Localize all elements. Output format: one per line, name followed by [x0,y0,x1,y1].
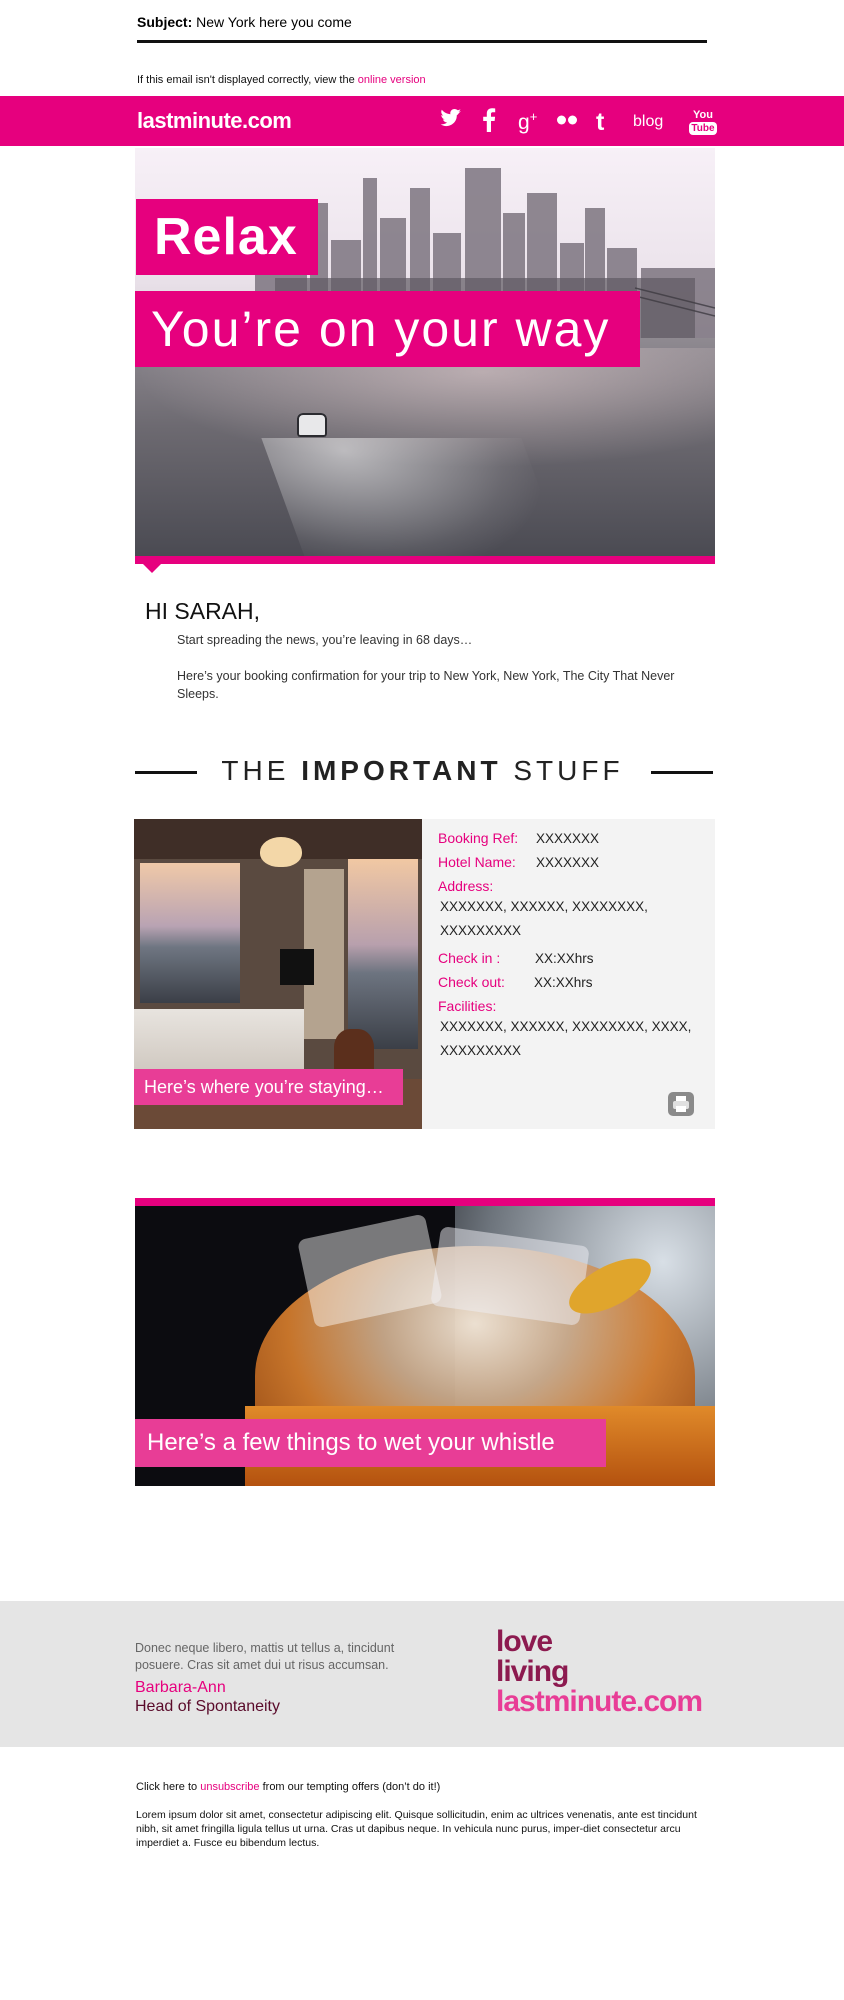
blog-link[interactable]: blog [633,113,663,131]
tagline-love: love [496,1625,553,1658]
section-heading: THE IMPORTANT STUFF [200,755,645,787]
brand-logo[interactable]: lastminute.com [137,108,292,134]
preheader: If this email isn't displayed correctly,… [137,74,426,86]
facebook-icon[interactable] [482,108,496,132]
boat-wake [261,438,569,558]
hero-headline-on-your-way: You’re on your way [135,291,640,367]
hero-headline-relax: Relax [136,199,318,275]
facilities-label: Facilities: [438,998,497,1014]
youtube-icon-bottom: Tube [689,122,717,135]
twitter-icon[interactable] [440,108,462,128]
print-icon[interactable] [668,1092,694,1116]
section-heading-bold: IMPORTANT [301,755,502,786]
address-label: Address: [438,878,494,894]
section-heading-post: STUFF [513,755,624,786]
unsubscribe-link[interactable]: unsubscribe [200,1781,259,1793]
subject-divider [137,40,707,43]
preheader-text: If this email isn't displayed correctly,… [137,74,355,86]
legal-text: Lorem ipsum dolor sit amet, consectetur … [136,1809,697,1849]
hero-pointer-arrow [142,563,162,573]
signature-name: Barbara-Ann [135,1679,226,1696]
flickr-icon[interactable] [556,110,578,130]
checkin-label: Check in : [438,950,501,966]
subject-label: Subject: [137,14,193,30]
address-line-2: XXXXXXXXX [440,923,522,938]
hero-bottom-bar [135,556,715,564]
unsubscribe-pre: Click here to [136,1781,198,1793]
online-version-link[interactable]: online version [358,74,426,86]
room-window-left [140,863,240,1003]
tumblr-icon[interactable]: t [596,108,604,137]
booking-ref-label: Booking Ref: [438,830,519,846]
footer-quote: Donec neque libero, mattis ut tellus a, … [135,1641,395,1672]
youtube-icon[interactable]: You Tube [689,109,717,139]
unsubscribe-post: from our tempting offers (don’t do it!) [262,1781,441,1793]
room-window-right [348,859,418,1049]
greeting-line-1: Start spreading the news, you’re leaving… [177,633,473,647]
google-plus-icon[interactable]: g+ [518,109,537,135]
address-line-1: XXXXXXX, XXXXXX, XXXXXXXX, [440,899,648,914]
tagline-brand[interactable]: lastminute.com [496,1687,703,1717]
checkout-label: Check out: [438,974,505,990]
signature-title: Head of Spontaneity [135,1698,280,1715]
facilities-line-1: XXXXXXX, XXXXXX, XXXXXXXX, XXXX, [440,1019,692,1034]
room-tv [280,949,314,985]
drink-top-bar [135,1198,715,1206]
hotel-name-value: XXXXXXX [536,855,600,870]
greeting-salutation: HI SARAH, [145,598,261,624]
checkin-value: XX:XXhrs [535,951,594,966]
ferry-boat [297,413,327,437]
youtube-icon-top: You [693,109,713,121]
footer-band [0,1601,844,1747]
hotel-caption: Here’s where you’re staying… [134,1069,403,1105]
tagline-living: living [496,1655,569,1688]
checkout-value: XX:XXhrs [534,975,593,990]
greeting-line-2: Here’s your booking confirmation for you… [177,669,675,701]
facilities-line-2: XXXXXXXXX [440,1043,522,1058]
room-lamp [260,837,302,867]
section-heading-pre: THE [221,755,290,786]
email-subject: Subject: New York here you come [137,14,707,30]
subject-text: New York here you come [196,14,352,30]
section-rule-right [651,771,713,774]
unsubscribe-line: Click here to unsubscribe from our tempt… [136,1781,440,1793]
hotel-name-label: Hotel Name: [438,854,516,870]
header-bar [0,96,844,146]
booking-ref-value: XXXXXXX [536,831,600,846]
drink-caption: Here’s a few things to wet your whistle [135,1419,606,1467]
section-rule-left [135,771,197,774]
